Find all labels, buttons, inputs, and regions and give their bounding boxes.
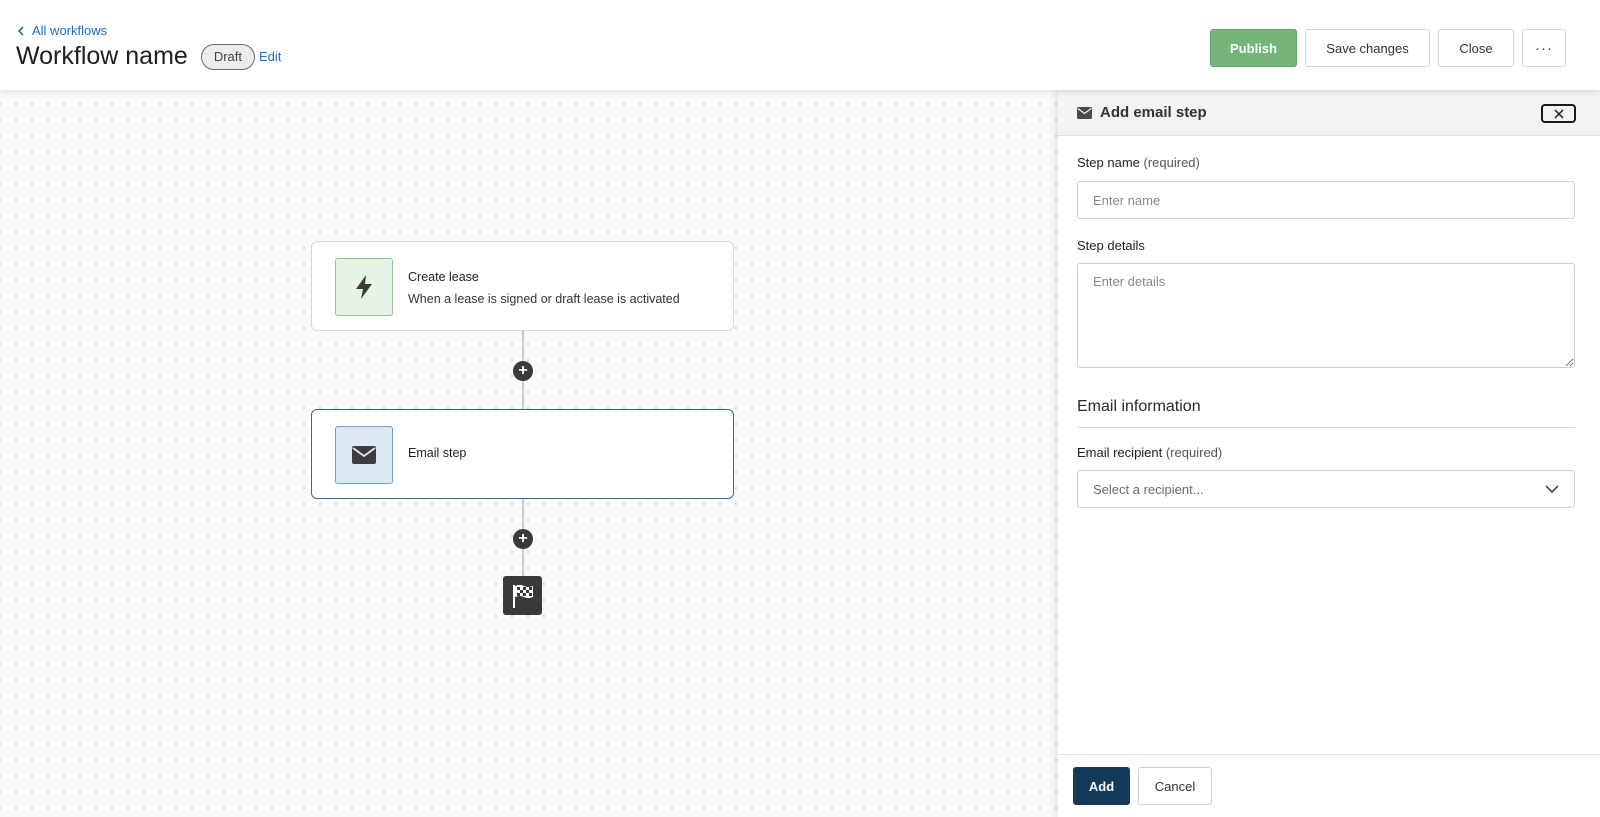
cancel-button[interactable]: Cancel [1138,767,1212,805]
email-recipient-label: Email recipient (required) [1077,445,1222,460]
close-button[interactable]: Close [1438,29,1514,67]
save-changes-button[interactable]: Save changes [1305,29,1430,67]
required-indicator: (required) [1143,155,1200,170]
node-subtitle: When a lease is signed or draft lease is… [408,292,680,306]
step-details-textarea[interactable] [1077,263,1575,368]
edit-title-link[interactable]: Edit [259,49,281,64]
all-workflows-link[interactable]: All workflows [16,23,107,38]
required-indicator: (required) [1165,445,1223,460]
close-panel-button[interactable] [1541,104,1576,123]
status-badge: Draft [200,43,255,70]
node-title: Email step [408,446,467,460]
page-title: Workflow name [16,42,188,70]
step-name-label: Step name (required) [1077,155,1200,170]
node-icon-container [335,426,393,484]
add-step-button[interactable]: + [513,529,533,549]
close-icon [1553,108,1564,119]
workflow-canvas[interactable]: Create lease When a lease is signed or d… [0,90,1058,817]
envelope-icon [1077,106,1092,119]
panel-header: Add email step [1058,90,1600,136]
email-recipient-label-text: Email recipient [1077,445,1163,460]
node-icon-container [335,258,393,316]
chevron-down-icon [1545,485,1559,493]
email-recipient-placeholder: Select a recipient... [1093,481,1204,497]
chevron-left-icon [17,25,24,36]
lightning-icon [356,275,372,299]
add-email-step-panel: Add email step Step name (required) Step… [1058,90,1600,817]
more-options-button[interactable]: ··· [1522,29,1566,67]
all-workflows-label: All workflows [32,23,108,38]
add-button[interactable]: Add [1073,767,1130,805]
publish-button[interactable]: Publish [1210,29,1297,67]
section-divider [1077,427,1575,428]
email-information-heading: Email information [1077,398,1201,415]
trigger-node-create-lease[interactable]: Create lease When a lease is signed or d… [311,241,734,331]
node-title: Create lease [408,270,479,284]
step-name-input[interactable] [1077,181,1575,219]
title-row: Workflow name Draft Edit [16,42,281,71]
panel-title-label: Add email step [1100,104,1207,121]
email-recipient-select[interactable]: Select a recipient... [1077,470,1575,508]
panel-footer: Add Cancel [1058,754,1600,817]
workflow-header: All workflows Workflow name Draft Edit P… [0,0,1600,90]
panel-title: Add email step [1077,104,1207,121]
email-step-node[interactable]: Email step [311,409,734,499]
checkered-flag-icon [512,584,533,608]
step-details-label: Step details [1077,238,1145,253]
step-name-label-text: Step name [1077,155,1140,170]
workflow-end-node [503,576,542,615]
envelope-icon [352,446,376,464]
add-step-button[interactable]: + [513,361,533,381]
